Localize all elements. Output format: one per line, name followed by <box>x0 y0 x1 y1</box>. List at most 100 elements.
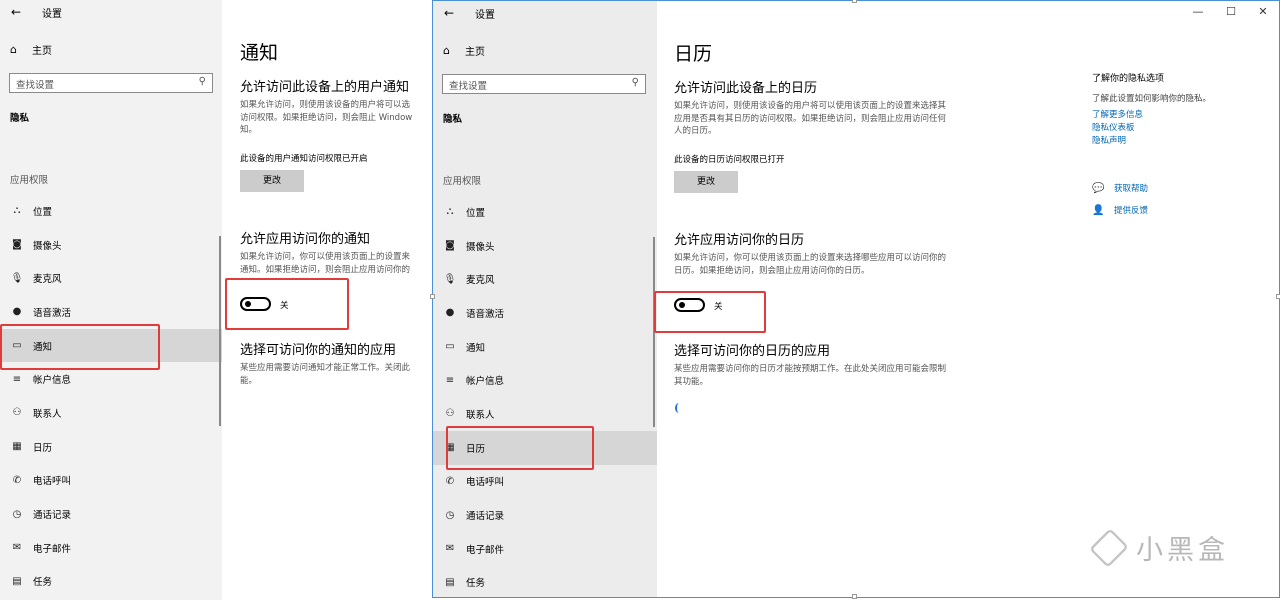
minimize-button[interactable]: — <box>1190 5 1206 18</box>
microphone-icon: 🎙 <box>10 272 24 284</box>
nav-home[interactable]: ⌂ 主页 <box>10 42 52 57</box>
camera-icon: ◙ <box>445 240 455 252</box>
change-button[interactable]: 更改 <box>674 171 738 193</box>
help-chat-icon: 💬 <box>1092 182 1105 194</box>
sidebar-item-label: 任务 <box>33 577 53 589</box>
resize-handle[interactable] <box>1276 294 1280 299</box>
resize-handle[interactable] <box>430 294 435 299</box>
choose-apps-heading: 选择可访问你的通知的应用 <box>240 343 397 358</box>
microphone-icon: 🎙 <box>443 273 457 285</box>
sidebar-item-location[interactable]: ⛬ 位置 <box>433 195 657 229</box>
contacts-icon: ⚇ <box>445 408 455 420</box>
sidebar-item-label: 通话记录 <box>466 511 505 523</box>
link-learn-more[interactable]: 了解更多信息 <box>1092 108 1143 120</box>
home-icon: ⌂ <box>10 43 17 56</box>
highlight-box-nav-calendar <box>446 426 594 470</box>
device-access-description: 如果允许访问，则使用该设备的用户将可以使用该页面上的设置来选择其 应用是否具有其… <box>674 101 947 137</box>
home-icon: ⌂ <box>443 44 450 57</box>
maximize-button[interactable]: ☐ <box>1223 5 1239 18</box>
sidebar-item-label: 电子邮件 <box>33 543 72 555</box>
sidebar-item-label: 帐户信息 <box>33 375 72 387</box>
contacts-icon: ⚇ <box>12 407 22 419</box>
feedback-label: 提供反馈 <box>1114 206 1149 216</box>
sidebar-item-label: 语音激活 <box>466 308 505 320</box>
device-access-heading: 允许访问此设备上的用户通知 <box>240 80 410 95</box>
app-access-heading: 允许应用访问你的通知 <box>240 232 371 247</box>
sidebar-item-microphone[interactable]: 🎙 麦克风 <box>433 262 657 296</box>
tasks-icon: ▤ <box>445 576 455 588</box>
sidebar-item-tasks[interactable]: ▤ 任务 <box>0 565 222 599</box>
search-input[interactable]: 查找设置 ⚲ <box>442 74 646 94</box>
back-arrow-icon[interactable]: ← <box>435 6 463 20</box>
sidebar-scrollbar[interactable] <box>219 236 221 426</box>
change-button[interactable]: 更改 <box>240 170 304 192</box>
resize-handle[interactable] <box>852 0 857 3</box>
sidebar-item-label: 电话呼叫 <box>33 476 72 488</box>
sidebar-item-camera[interactable]: ◙ 摄像头 <box>433 229 657 263</box>
sidebar-item-camera[interactable]: ◙ 摄像头 <box>0 228 222 262</box>
nav-home[interactable]: ⌂ 主页 <box>443 43 485 58</box>
sidebar-item-label: 联系人 <box>33 408 62 420</box>
nav-list: ⛬ 位置 ◙ 摄像头 🎙 麦克风 ● 语音激活 ▭ 通知 ≡ 帐户信息 ⚇ 联系人 ▦ 日历 ✆ 电话呼叫 ◷ 通话记… <box>433 195 657 597</box>
sidebar-item-label: 摄像头 <box>466 241 495 253</box>
watermark-logo-icon <box>1089 527 1129 568</box>
window-title: 设置 <box>42 8 62 20</box>
voice-activation-icon: ● <box>445 307 455 319</box>
sidebar-item-contacts[interactable]: ⚇ 联系人 <box>0 396 222 430</box>
link-privacy-statement[interactable]: 隐私声明 <box>1092 134 1126 146</box>
device-access-status: 此设备的用户通知访问权限已开启 <box>240 154 368 164</box>
watermark: 小黑盒 <box>1089 527 1229 568</box>
settings-window-calendar: ← 设置 ⌂ 主页 查找设置 ⚲ 隐私 应用权限 ⛬ 位置 ◙ 摄像头 🎙 麦克风 ● 语音激… <box>432 0 1280 598</box>
sidebar-item-voice-activation[interactable]: ● 语音激活 <box>433 296 657 330</box>
sidebar-item-call-history[interactable]: ◷ 通话记录 <box>0 497 222 531</box>
search-icon[interactable]: ⚲ <box>199 76 206 87</box>
sidebar-item-label: 通知 <box>466 342 486 354</box>
app-access-heading: 允许应用访问你的日历 <box>674 233 805 248</box>
choose-apps-description: 某些应用需要访问通知才能正常工作。关闭此 能。 <box>240 363 411 386</box>
close-button[interactable]: ✕ <box>1255 5 1271 18</box>
sidebar-item-microphone[interactable]: 🎙 麦克风 <box>0 261 222 295</box>
nav-home-label: 主页 <box>32 46 52 57</box>
sidebar-item-label: 语音激活 <box>33 307 72 319</box>
sidebar-item-notification[interactable]: ▭ 通知 <box>433 330 657 364</box>
location-icon: ⛬ <box>13 205 21 217</box>
sidebar-item-location[interactable]: ⛬ 位置 <box>0 194 222 228</box>
sidebar-item-email[interactable]: ✉ 电子邮件 <box>433 532 657 566</box>
sidebar-item-phone[interactable]: ✆ 电话呼叫 <box>0 464 222 498</box>
search-input[interactable]: 查找设置 ⚲ <box>9 73 213 93</box>
sidebar-item-account-info[interactable]: ≡ 帐户信息 <box>433 363 657 397</box>
sidebar: ← 设置 ⌂ 主页 查找设置 ⚲ 隐私 应用权限 ⛬ 位置 ◙ 摄像头 🎙 麦克风 ● 语音激… <box>433 1 657 597</box>
feedback-link[interactable]: 👤 提供反馈 <box>1092 204 1149 217</box>
sidebar-item-label: 任务 <box>466 578 486 590</box>
section-app-permissions: 应用权限 <box>443 176 482 187</box>
sidebar-item-label: 位置 <box>33 206 53 218</box>
email-icon: ✉ <box>445 543 455 555</box>
get-help-label: 获取帮助 <box>1114 184 1149 194</box>
sidebar-item-label: 摄像头 <box>33 240 62 252</box>
tasks-icon: ▤ <box>12 575 22 587</box>
nav-home-label: 主页 <box>465 47 485 58</box>
phone-icon: ✆ <box>12 474 22 486</box>
nav-list: ⛬ 位置 ◙ 摄像头 🎙 麦克风 ● 语音激活 ▭ 通知 ≡ 帐户信息 ⚇ 联系人 ▦ 日历 ✆ 电话呼叫 ◷ 通话记… <box>0 194 222 598</box>
page-title: 日历 <box>674 43 713 65</box>
resize-handle[interactable] <box>852 594 857 599</box>
sidebar-item-label: 通话记录 <box>33 510 72 522</box>
choose-apps-heading: 选择可访问你的日历的应用 <box>674 344 831 359</box>
sidebar-item-label: 麦克风 <box>466 275 495 287</box>
watermark-text: 小黑盒 <box>1136 535 1229 566</box>
sidebar-item-email[interactable]: ✉ 电子邮件 <box>0 531 222 565</box>
sidebar-item-calendar[interactable]: ▦ 日历 <box>0 430 222 464</box>
sidebar-item-label: 帐户信息 <box>466 376 505 388</box>
sidebar-item-call-history[interactable]: ◷ 通话记录 <box>433 498 657 532</box>
link-privacy-dashboard[interactable]: 隐私仪表板 <box>1092 121 1135 133</box>
title-bar: ← 设置 <box>433 1 657 25</box>
search-placeholder: 查找设置 <box>16 80 55 91</box>
get-help-link[interactable]: 💬 获取帮助 <box>1092 182 1149 195</box>
search-placeholder: 查找设置 <box>449 81 488 92</box>
search-icon[interactable]: ⚲ <box>632 77 639 88</box>
location-icon: ⛬ <box>446 206 454 218</box>
sidebar-item-label: 位置 <box>466 207 486 219</box>
sidebar-item-tasks[interactable]: ▤ 任务 <box>433 566 657 597</box>
back-arrow-icon[interactable]: ← <box>2 5 30 19</box>
sidebar-item-label: 日历 <box>33 442 53 454</box>
